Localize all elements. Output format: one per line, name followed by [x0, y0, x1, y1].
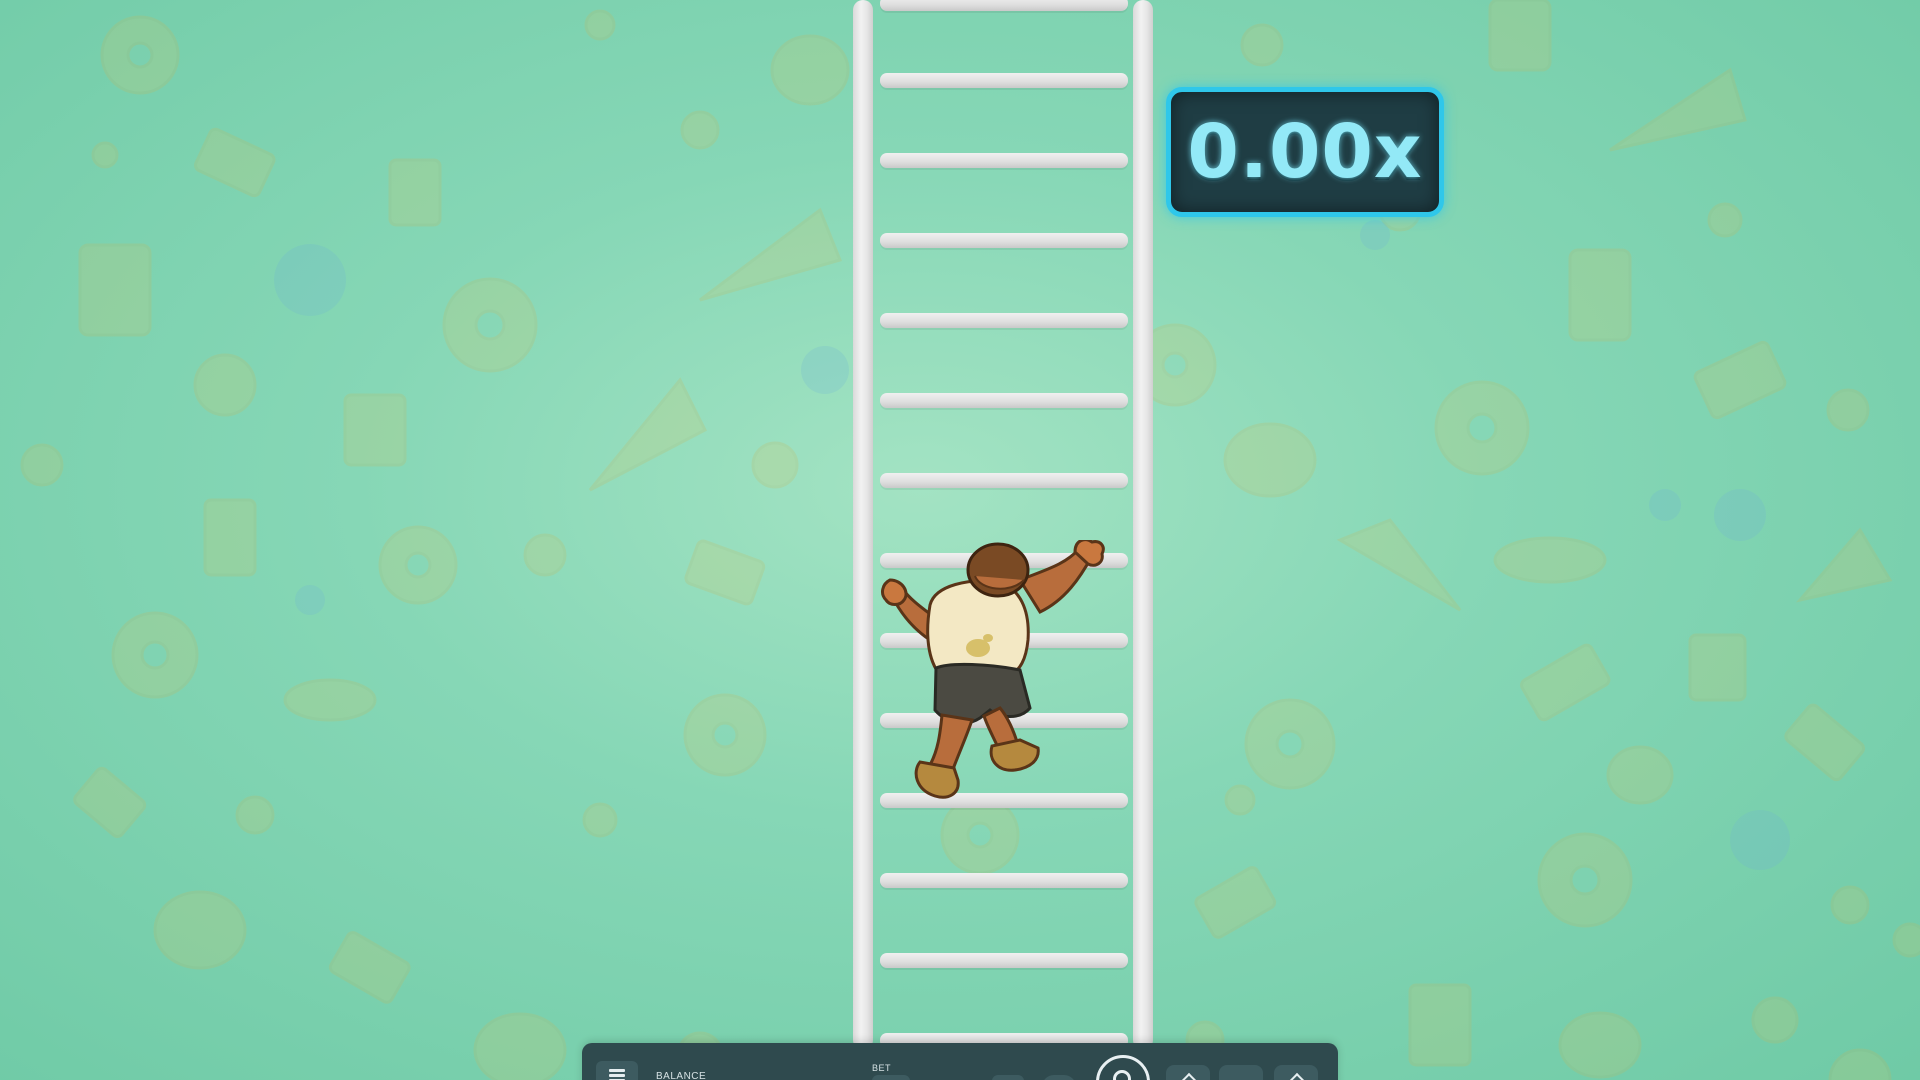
settings-button[interactable] [1274, 1065, 1318, 1080]
climber-left-hand [881, 578, 908, 606]
climber-shorts [933, 662, 1032, 725]
bet-amount-field[interactable] [872, 1075, 910, 1080]
climber-right-shoe [989, 738, 1040, 772]
multiplier-value: 0.00x [1187, 109, 1423, 195]
arrow-up-icon [1289, 1072, 1305, 1080]
ladder-rung [880, 73, 1128, 88]
climber-left-shoe [914, 760, 960, 799]
menu-button[interactable] [596, 1061, 638, 1080]
ladder-rung [880, 153, 1128, 168]
ladder-rung [880, 393, 1128, 408]
ladder-rung [880, 953, 1128, 968]
ladder-rung [880, 473, 1128, 488]
bet-increase-button[interactable] [1042, 1075, 1076, 1080]
climber-tank-top [926, 579, 1030, 677]
bet-label: BET [872, 1063, 892, 1073]
bet-decrease-button[interactable] [992, 1075, 1024, 1080]
ladder-rung [880, 233, 1128, 248]
control-bar: BALANCE BET [582, 1043, 1338, 1080]
arrow-up-icon [1181, 1072, 1197, 1080]
climber-character [881, 540, 1105, 799]
play-icon [1113, 1070, 1131, 1080]
play-button[interactable] [1096, 1055, 1150, 1080]
options-button[interactable] [1219, 1065, 1263, 1080]
ladder-rung [880, 0, 1128, 11]
balance-label: BALANCE [656, 1071, 707, 1080]
multiplier-display: 0.00x [1166, 87, 1444, 217]
game-stage: 0.00x BALANCE BET [0, 0, 1920, 1080]
autoplay-button[interactable] [1166, 1065, 1210, 1080]
ladder-rung [880, 313, 1128, 328]
ladder-rung [880, 873, 1128, 888]
